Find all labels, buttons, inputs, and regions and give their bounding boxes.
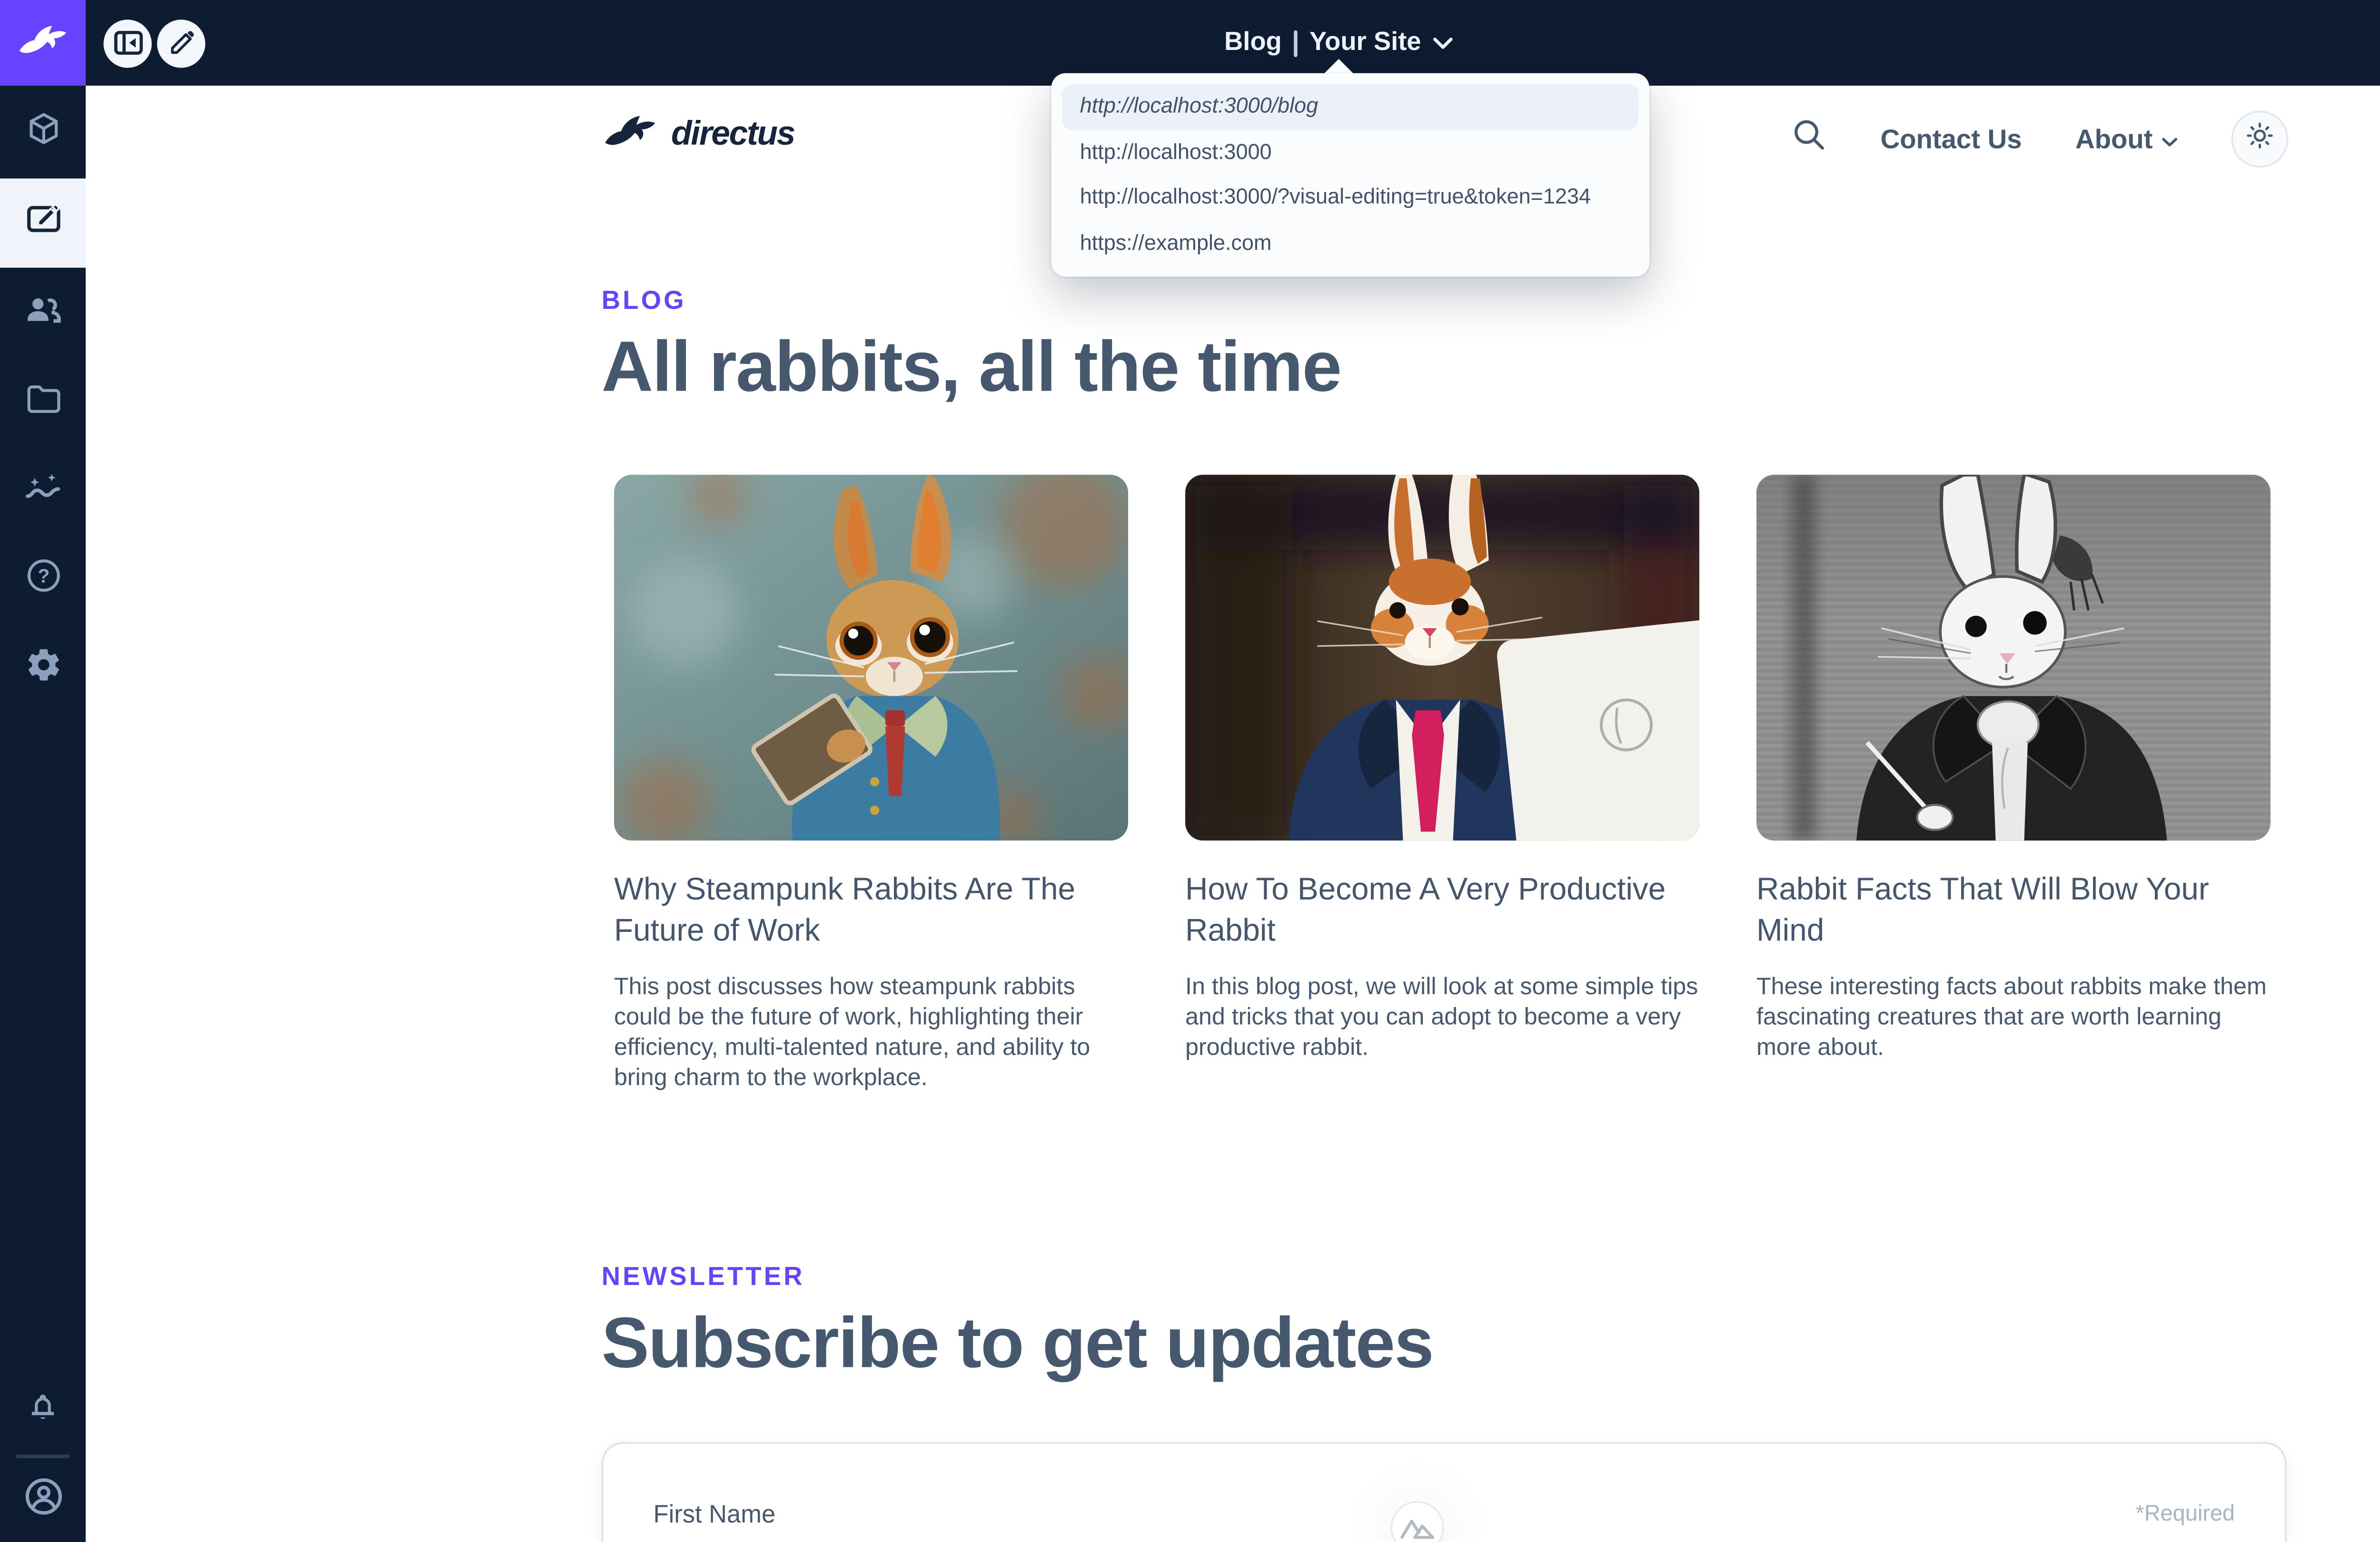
nav-about-label: About (2075, 124, 2152, 155)
sidebar-item-files[interactable] (0, 357, 86, 446)
site-preview: directus Contact Us About (86, 86, 2380, 1542)
blog-title: All rabbits, all the time (602, 325, 1341, 411)
module-bar: ? (0, 0, 86, 1542)
sidebar-item-content[interactable] (0, 89, 86, 179)
edit-square-icon (24, 200, 62, 247)
dock-panel-icon (113, 30, 142, 56)
collapse-sidebar-button[interactable] (104, 19, 152, 67)
sidebar-item-help[interactable]: ? (0, 535, 86, 625)
sidebar-item-users[interactable] (0, 268, 86, 357)
topbar-page-name: Blog (1224, 29, 1282, 57)
rabbit-logo-icon (16, 20, 70, 65)
newsletter-title: Subscribe to get updates (602, 1301, 1433, 1387)
sidebar-item-insights[interactable] (0, 446, 86, 536)
required-hint: *Required (2136, 1501, 2235, 1526)
post-title[interactable]: Rabbit Facts That Will Blow Your Mind (1756, 869, 2271, 951)
post-description: In this blog post, we will look at some … (1185, 971, 1699, 1062)
newsletter-form: First Name *Required (602, 1442, 2287, 1542)
post-title[interactable]: How To Become A Very Productive Rabbit (1185, 869, 1699, 951)
chevron-down-icon (2162, 124, 2178, 155)
site-brand-word: directus (671, 115, 794, 155)
title-divider (1294, 30, 1297, 56)
url-dropdown: http://localhost:3000/blog http://localh… (1051, 73, 1649, 277)
account-circle-icon (22, 1476, 63, 1526)
nav-contact-label: Contact Us (1881, 124, 2022, 155)
url-menu-item[interactable]: https://example.com (1062, 220, 1638, 266)
post-description: This post discusses how steampunk rabbit… (614, 971, 1128, 1092)
post-card[interactable]: Why Steampunk Rabbits Are The Future of … (614, 475, 1128, 1093)
chevron-down-icon (1434, 29, 1453, 57)
site-nav: Contact Us About (1793, 86, 2289, 193)
sparkle-path-icon (23, 468, 63, 513)
sidebar-divider (16, 1454, 70, 1458)
sidebar-item-visual-editor[interactable] (0, 178, 86, 268)
edit-mode-button[interactable] (157, 19, 205, 67)
sidebar-item-settings[interactable] (0, 625, 86, 714)
help-icon: ? (24, 557, 62, 603)
nav-link-about[interactable]: About (2075, 124, 2178, 155)
topbar-site-name: Your Site (1309, 29, 1421, 57)
app-window: Blog Your Site 1860 × 1020 100% (0, 0, 2380, 1542)
post-image-steampunk-rabbit[interactable] (614, 475, 1128, 841)
nav-link-contact[interactable]: Contact Us (1881, 124, 2022, 155)
sun-icon (2246, 120, 2274, 158)
cube-icon (24, 111, 62, 158)
post-image-victorian-rabbit[interactable] (1756, 475, 2271, 841)
rabbit-logo-icon (602, 111, 659, 159)
sidebar-item-account[interactable] (0, 1474, 86, 1528)
post-card[interactable]: How To Become A Very Productive Rabbit I… (1185, 475, 1699, 1062)
post-description: These interesting facts about rabbits ma… (1756, 971, 2271, 1062)
sidebar-item-notifications[interactable] (0, 1367, 86, 1457)
gear-icon (24, 646, 62, 693)
post-card[interactable]: Rabbit Facts That Will Blow Your Mind Th… (1756, 475, 2271, 1062)
theme-toggle-button[interactable] (2231, 111, 2289, 168)
pencil-icon (169, 30, 194, 56)
blog-eyebrow: BLOG (602, 287, 686, 316)
bell-icon (25, 1389, 61, 1434)
newsletter-eyebrow: NEWSLETTER (602, 1264, 805, 1292)
site-brand-link[interactable]: directus (602, 111, 794, 159)
folder-icon (24, 381, 62, 422)
url-menu-item[interactable]: http://localhost:3000 (1062, 129, 1638, 175)
mountains-icon (1399, 1513, 1435, 1542)
directus-logo[interactable] (0, 0, 86, 86)
url-menu-item[interactable]: http://localhost:3000/?visual-editing=tr… (1062, 175, 1638, 221)
url-menu-item[interactable]: http://localhost:3000/blog (1062, 84, 1638, 129)
svg-text:?: ? (37, 565, 49, 587)
first-name-label: First Name (654, 1499, 776, 1528)
users-icon (23, 290, 63, 335)
post-title[interactable]: Why Steampunk Rabbits Are The Future of … (614, 869, 1128, 951)
mountains-badge (1390, 1501, 1444, 1542)
post-image-business-rabbit[interactable] (1185, 475, 1699, 841)
search-icon[interactable] (1793, 118, 1827, 161)
